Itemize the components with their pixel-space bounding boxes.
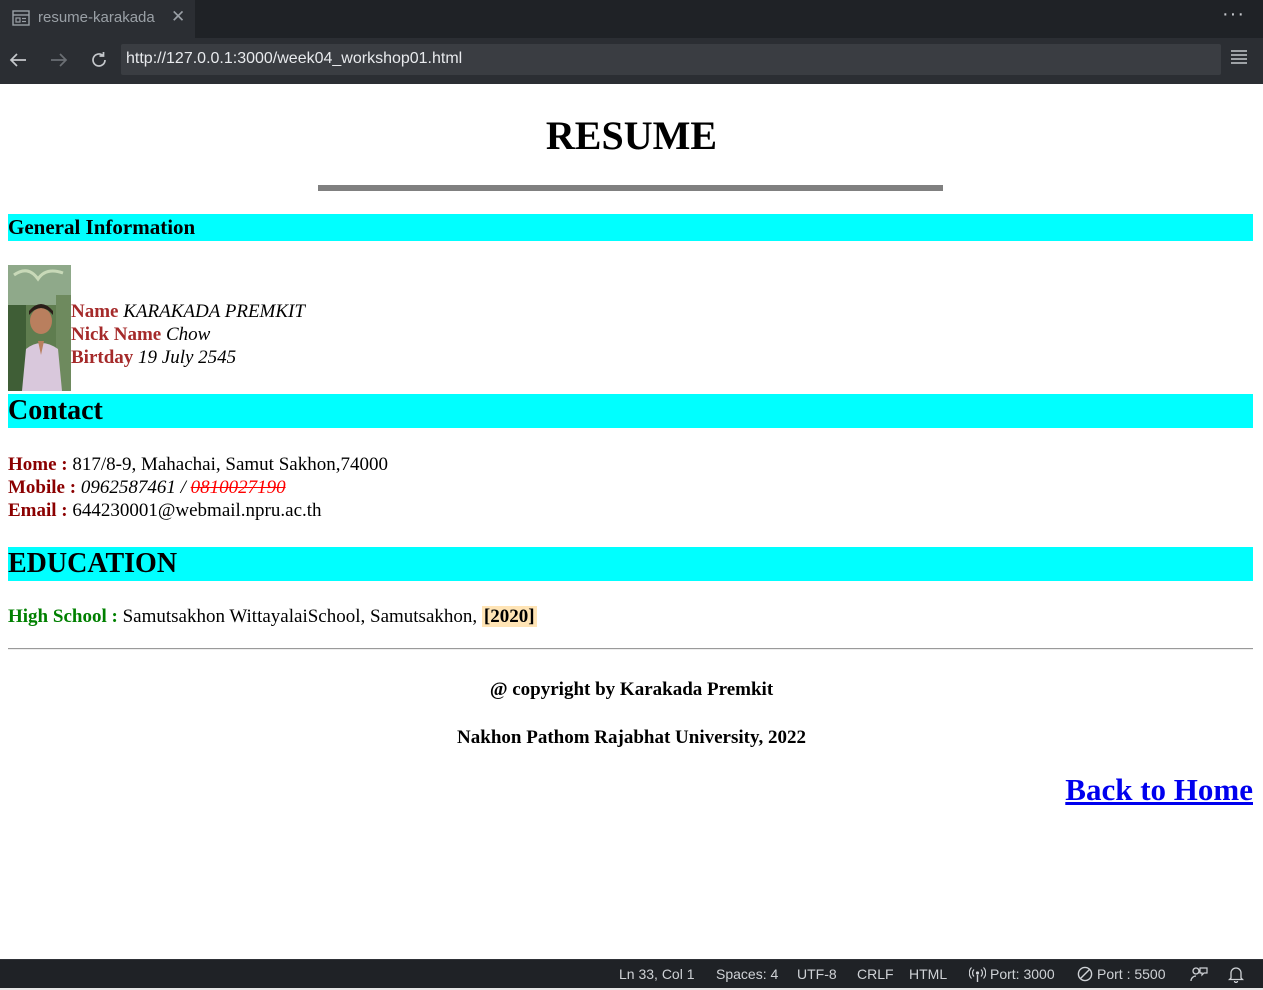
birthday-label: Birtday	[71, 347, 134, 368]
contact-info: Home : 817/8-9, Mahachai, Samut Sakhon,7…	[8, 453, 388, 522]
indentation-status[interactable]: Spaces: 4	[716, 966, 778, 982]
live-server-port-5500[interactable]: Port : 5500	[1077, 966, 1166, 982]
email-value: 644230001@webmail.npru.ac.th	[72, 500, 322, 521]
nickname-row: Nick Name Chow	[71, 323, 305, 346]
email-row: Email : 644230001@webmail.npru.ac.th	[8, 499, 388, 522]
copyright-text: @ copyright by Karakada Premkit	[489, 679, 774, 700]
nickname-value: Chow	[165, 324, 211, 345]
tab-bar: resume-karakada ✕ ···	[0, 0, 1263, 38]
birthday-row: Birtday 19 July 2545	[71, 346, 305, 369]
profile-photo	[8, 265, 71, 391]
tab-resume[interactable]: resume-karakada ✕	[0, 0, 195, 38]
home-row: Home : 817/8-9, Mahachai, Samut Sakhon,7…	[8, 453, 388, 476]
cursor-position[interactable]: Ln 33, Col 1	[619, 966, 695, 982]
live-server-port-3000[interactable]: Port: 3000	[969, 966, 1055, 982]
birthday-value: 19 July 2545	[138, 347, 237, 368]
mobile-old-value: 0810027190	[190, 477, 286, 498]
university-text: Nakhon Pathom Rajabhat University, 2022	[457, 727, 806, 748]
mobile-label: Mobile :	[8, 477, 77, 498]
name-value: KARAKADA PREMKIT	[123, 301, 305, 322]
encoding-status[interactable]: UTF-8	[797, 966, 837, 982]
port-5500-label: Port : 5500	[1097, 966, 1166, 982]
eol-status[interactable]: CRLF	[857, 966, 894, 982]
education-info: High School : Samutsakhon WittayalaiScho…	[8, 605, 537, 628]
school-value: Samutsakhon WittayalaiSchool, Samutsakho…	[122, 606, 478, 627]
footer-divider	[8, 648, 1253, 650]
url-input[interactable]: http://127.0.0.1:3000/week04_workshop01.…	[121, 44, 1221, 75]
language-mode[interactable]: HTML	[909, 966, 947, 982]
email-label: Email :	[8, 500, 68, 521]
tab-title: resume-karakada	[38, 9, 155, 26]
school-year: [2020]	[481, 606, 537, 627]
general-info-heading: General Information	[8, 214, 1253, 241]
forward-arrow-icon[interactable]	[46, 47, 72, 73]
page-title: RESUME	[545, 113, 718, 158]
home-value: 817/8-9, Mahachai, Samut Sakhon,74000	[72, 454, 388, 475]
mobile-value: 0962587461	[80, 477, 176, 498]
preview-icon	[12, 10, 30, 26]
mobile-separator: /	[175, 477, 191, 498]
close-icon[interactable]: ✕	[171, 7, 185, 27]
no-entry-icon	[1077, 966, 1093, 982]
bell-icon[interactable]	[1228, 966, 1244, 983]
nickname-label: Nick Name	[71, 324, 162, 345]
education-heading: EDUCATION	[8, 547, 1253, 581]
url-text: http://127.0.0.1:3000/week04_workshop01.…	[126, 50, 463, 67]
home-label: Home :	[8, 454, 68, 475]
broadcast-icon	[969, 966, 986, 982]
reload-icon[interactable]	[86, 47, 112, 73]
name-label: Name	[71, 301, 119, 322]
mobile-row: Mobile : 0962587461 / 0810027190	[8, 476, 388, 499]
more-icon[interactable]: ···	[1222, 3, 1245, 26]
back-arrow-icon[interactable]	[5, 47, 31, 73]
feedback-icon[interactable]	[1190, 966, 1208, 982]
general-info: Name KARAKADA PREMKIT Nick Name Chow Bir…	[71, 300, 305, 369]
browser-navbar: http://127.0.0.1:3000/week04_workshop01.…	[0, 38, 1263, 84]
name-row: Name KARAKADA PREMKIT	[71, 300, 305, 323]
contact-heading: Contact	[8, 394, 1253, 428]
menu-icon[interactable]	[1230, 48, 1252, 70]
title-rule	[318, 185, 943, 191]
school-label: High School :	[8, 606, 118, 627]
page-viewport: RESUME General Information Name KARAKADA…	[0, 84, 1263, 959]
status-bar: Ln 33, Col 1 Spaces: 4 UTF-8 CRLF HTML P…	[0, 959, 1263, 989]
port-3000-label: Port: 3000	[990, 966, 1055, 982]
back-to-home-link[interactable]: Back to Home	[1065, 772, 1253, 808]
